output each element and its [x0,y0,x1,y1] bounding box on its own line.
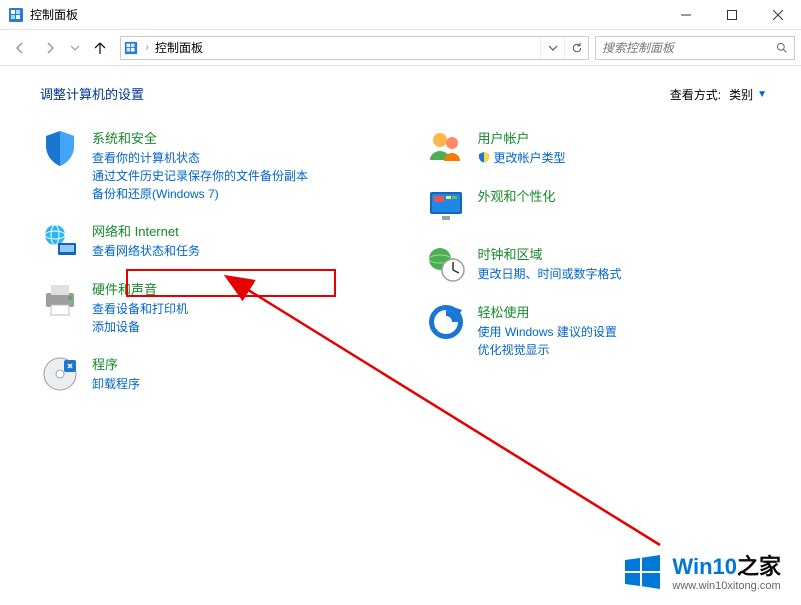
left-column: 系统和安全 查看你的计算机状态 通过文件历史记录保存你的文件备份副本 备份和还原… [40,128,386,412]
view-by-value: 类别 [729,86,753,103]
title-bar: 控制面板 [0,0,801,30]
category-title[interactable]: 时钟和区域 [478,244,772,263]
search-input[interactable] [600,40,774,56]
category-network: 网络和 Internet 查看网络状态和任务 [40,221,386,261]
page-title: 调整计算机的设置 [40,84,670,103]
shield-icon [40,128,80,168]
category-link[interactable]: 查看网络状态和任务 [92,242,386,260]
clock-globe-icon [426,244,466,284]
back-button[interactable] [6,34,34,62]
watermark-url: www.win10xitong.com [672,580,781,592]
category-system-security: 系统和安全 查看你的计算机状态 通过文件历史记录保存你的文件备份副本 备份和还原… [40,128,386,203]
category-title[interactable]: 系统和安全 [92,128,386,147]
people-icon [426,128,466,168]
content-area: 调整计算机的设置 查看方式: 类别 ▼ 系统和安全 查看你的计算机状态 通过文件… [0,66,801,422]
category-title[interactable]: 外观和个性化 [478,186,772,205]
ease-of-access-icon [426,302,466,342]
app-icon [8,7,24,23]
chevron-right-icon[interactable]: › [141,42,153,53]
category-title[interactable]: 用户帐户 [478,128,772,147]
windows-logo-icon [622,552,662,595]
category-link[interactable]: 卸载程序 [92,375,386,393]
maximize-button[interactable] [709,0,755,30]
category-link[interactable]: 更改日期、时间或数字格式 [478,265,772,283]
globe-network-icon [40,221,80,261]
nav-bar: › 控制面板 [0,30,801,66]
search-icon[interactable] [774,42,790,54]
search-box[interactable] [595,36,795,60]
category-link[interactable]: 更改帐户类型 [494,149,566,167]
category-title[interactable]: 网络和 Internet [92,221,386,240]
watermark-title: Win10之家 [672,555,781,579]
view-by-dropdown[interactable]: 类别 ▼ [725,85,771,104]
category-link[interactable]: 优化视觉显示 [478,341,772,359]
address-bar[interactable]: › 控制面板 [120,36,589,60]
recent-locations-button[interactable] [66,34,84,62]
category-link[interactable]: 查看你的计算机状态 [92,149,386,167]
breadcrumb[interactable]: 控制面板 [153,39,205,56]
category-title[interactable]: 硬件和声音 [92,279,386,298]
caret-down-icon: ▼ [757,89,767,100]
category-appearance: 外观和个性化 [426,186,772,226]
category-programs: 程序 卸载程序 [40,354,386,394]
category-hardware-sound: 硬件和声音 查看设备和打印机 添加设备 [40,279,386,336]
up-button[interactable] [86,34,114,62]
address-icon [121,41,141,55]
forward-button[interactable] [36,34,64,62]
category-title[interactable]: 轻松使用 [478,302,772,321]
refresh-button[interactable] [564,37,588,59]
window-title: 控制面板 [30,6,78,23]
category-link[interactable]: 通过文件历史记录保存你的文件备份副本 [92,167,386,185]
right-column: 用户帐户 更改帐户类型 外观和个性化 [426,128,772,412]
minimize-button[interactable] [663,0,709,30]
view-by-label: 查看方式: [670,86,721,103]
category-link[interactable]: 使用 Windows 建议的设置 [478,323,772,341]
close-button[interactable] [755,0,801,30]
address-dropdown-button[interactable] [540,37,564,59]
printer-icon [40,279,80,319]
category-link[interactable]: 查看设备和打印机 [92,300,386,318]
watermark: Win10之家 www.win10xitong.com [622,552,781,595]
category-clock-region: 时钟和区域 更改日期、时间或数字格式 [426,244,772,284]
category-user-accounts: 用户帐户 更改帐户类型 [426,128,772,168]
category-ease-of-access: 轻松使用 使用 Windows 建议的设置 优化视觉显示 [426,302,772,359]
category-link[interactable]: 添加设备 [92,318,386,336]
disc-icon [40,354,80,394]
category-link[interactable]: 备份和还原(Windows 7) [92,185,386,203]
category-title[interactable]: 程序 [92,354,386,373]
monitor-icon [426,186,466,226]
uac-shield-icon [478,151,490,166]
